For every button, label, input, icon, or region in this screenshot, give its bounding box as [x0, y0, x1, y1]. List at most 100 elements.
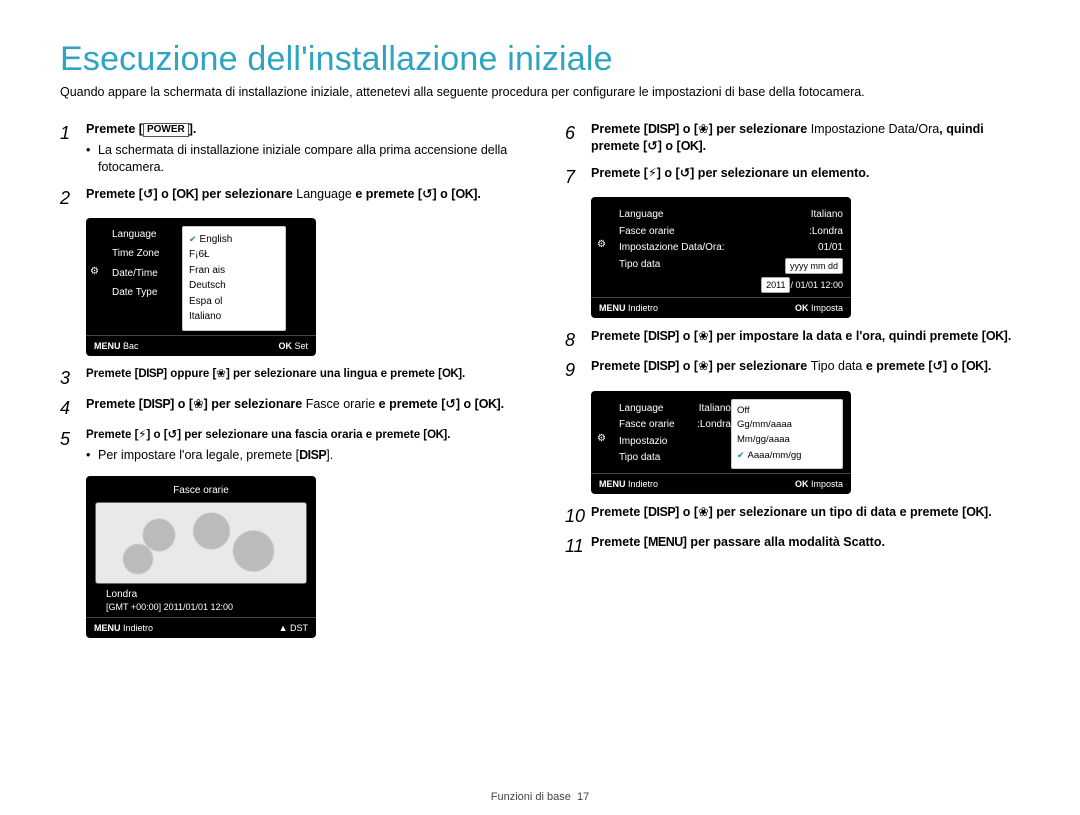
step-5: 5 Premete [⚡] o [↺] per selezionare una …	[60, 427, 515, 468]
macro-icon: ❀	[698, 358, 708, 373]
row-label: Impostazio	[619, 435, 667, 449]
menu-icon: MENU	[599, 479, 626, 489]
menu-icon: MENU	[94, 341, 121, 351]
camera-screen-timezone: Fasce orarie Londra [GMT +00:00] 2011/01…	[86, 476, 316, 638]
ok-icon: OK	[278, 341, 292, 351]
popup-option: Off	[737, 405, 837, 418]
row-label: Fasce orarie	[619, 418, 675, 432]
language-option: Italiano	[189, 310, 279, 324]
disp-icon: DISP	[143, 396, 170, 413]
date-value: / 01/01 12:00	[790, 280, 843, 290]
intro-text: Quando appare la schermata di installazi…	[60, 85, 1020, 99]
row-label: Tipo data	[619, 258, 660, 274]
language-option: English	[189, 233, 279, 247]
ok-icon: OK	[795, 479, 809, 489]
gear-icon: ⚙	[597, 238, 606, 252]
right-column: 6 Premete [DISP] o [❀] per selezionare I…	[565, 121, 1020, 648]
camera-screen-datetype: ⚙ Language Italiano Fasce orarie :Londra I…	[591, 391, 851, 494]
camera-screen-language: ⚙ Language Time Zone Date/Time Date Type…	[86, 218, 316, 356]
row-value: :Londra	[809, 225, 843, 239]
disp-icon: DISP	[138, 367, 163, 383]
popup-option: Mm/gg/aaaa	[737, 434, 837, 447]
disp-icon: DISP	[648, 121, 675, 138]
language-option: Deutsch	[189, 279, 279, 293]
row-value: Italiano	[811, 208, 843, 222]
gear-icon: ⚙	[90, 265, 99, 279]
row-label: Tipo data	[619, 451, 660, 465]
timer-icon: ↺	[680, 165, 690, 180]
language-option: Fran ais	[189, 264, 279, 278]
row-label: Fasce orarie	[619, 225, 675, 239]
step-10: 10 Premete [DISP] o [❀] per selezionare …	[565, 504, 1020, 528]
step-11: 11 Premete [MENU] per passare alla modal…	[565, 534, 1020, 558]
disp-icon: DISP	[299, 447, 326, 464]
timezone-value: [GMT +00:00] 2011/01/01 12:00	[94, 601, 308, 613]
step-4: 4 Premete [DISP] o [❀] per selezionare F…	[60, 396, 515, 420]
row-value: 01/01	[818, 241, 843, 255]
timer-icon: ↺	[445, 396, 455, 411]
menu-icon: MENU	[94, 623, 121, 633]
screen-title: Fasce orarie	[94, 484, 308, 498]
macro-icon: ❀	[698, 328, 708, 343]
row-value: :Londra	[697, 418, 731, 432]
power-button-label: POWER	[143, 123, 189, 137]
ok-icon: OK	[795, 303, 809, 313]
timer-icon: ↺	[422, 186, 432, 201]
step-1-sub: La schermata di installazione iniziale c…	[86, 142, 515, 176]
year-box: 2011	[761, 277, 790, 293]
menu-item: Date Type	[112, 286, 182, 300]
step-2: 2 Premete [↺] o [OK] per selezionare Lan…	[60, 186, 515, 210]
page-title: Esecuzione dell'installazione iniziale	[60, 40, 1020, 79]
macro-icon: ❀	[698, 121, 708, 136]
step-8: 8 Premete [DISP] o [❀] per impostare la …	[565, 328, 1020, 352]
menu-item: Language	[112, 228, 182, 242]
language-popup: English F¡6Ł Fran ais Deutsch Espa ol It…	[182, 226, 286, 331]
step-1: 1 Premete [POWER]. La schermata di insta…	[60, 121, 515, 180]
popup-option: Gg/mm/aaaa	[737, 419, 837, 432]
left-column: 1 Premete [POWER]. La schermata di insta…	[60, 121, 515, 648]
step-3: 3 Premete [DISP] oppure [❀] per selezion…	[60, 366, 515, 390]
date-format-box: yyyy mm dd	[785, 258, 843, 274]
flash-icon: ⚡	[138, 427, 146, 441]
disp-icon: DISP	[648, 358, 675, 375]
popup-option: Aaaa/mm/gg	[737, 449, 837, 463]
language-option: F¡6Ł	[189, 248, 279, 262]
timer-icon: ↺	[647, 138, 657, 153]
step-9: 9 Premete [DISP] o [❀] per selezionare T…	[565, 358, 1020, 382]
ok-icon: OK	[966, 358, 984, 375]
timer-icon: ↺	[143, 186, 153, 201]
camera-screen-datetime: ⚙ Language Italiano Fasce orarie :Londra I…	[591, 197, 851, 318]
flash-icon: ⚡	[648, 165, 657, 180]
page-footer: Funzioni di base 17	[0, 791, 1080, 803]
datetype-popup: Off Gg/mm/aaaa Mm/gg/aaaa Aaaa/mm/gg	[731, 399, 843, 469]
ok-icon: OK	[986, 328, 1004, 345]
row-label: Language	[619, 208, 664, 222]
ok-icon: OK	[455, 186, 473, 203]
language-option: Espa ol	[189, 295, 279, 309]
row-value: Italiano	[699, 402, 731, 416]
timer-icon: ↺	[933, 358, 943, 373]
menu-item: Date/Time	[112, 267, 182, 281]
ok-icon: OK	[427, 428, 443, 444]
disp-icon: DISP	[648, 328, 675, 345]
menu-icon: MENU	[599, 303, 626, 313]
timer-icon: ↺	[168, 427, 178, 441]
menu-item: Time Zone	[112, 247, 182, 261]
row-label: Impostazione Data/Ora:	[619, 241, 725, 255]
disp-icon: DISP	[648, 504, 675, 521]
ok-icon: OK	[681, 138, 699, 155]
ok-icon: OK	[479, 396, 497, 413]
city-label: Londra	[94, 588, 308, 602]
up-icon: ▲	[279, 623, 288, 633]
ok-icon: OK	[442, 367, 458, 383]
world-map	[95, 502, 307, 584]
ok-icon: OK	[966, 504, 984, 521]
macro-icon: ❀	[193, 396, 203, 411]
macro-icon: ❀	[698, 504, 708, 519]
ok-icon: OK	[176, 186, 194, 203]
menu-icon: MENU	[648, 534, 683, 551]
row-label: Language	[619, 402, 664, 416]
step-7: 7 Premete [⚡] o [↺] per selezionare un e…	[565, 165, 1020, 189]
macro-icon: ❀	[216, 366, 226, 380]
gear-icon: ⚙	[597, 432, 606, 446]
